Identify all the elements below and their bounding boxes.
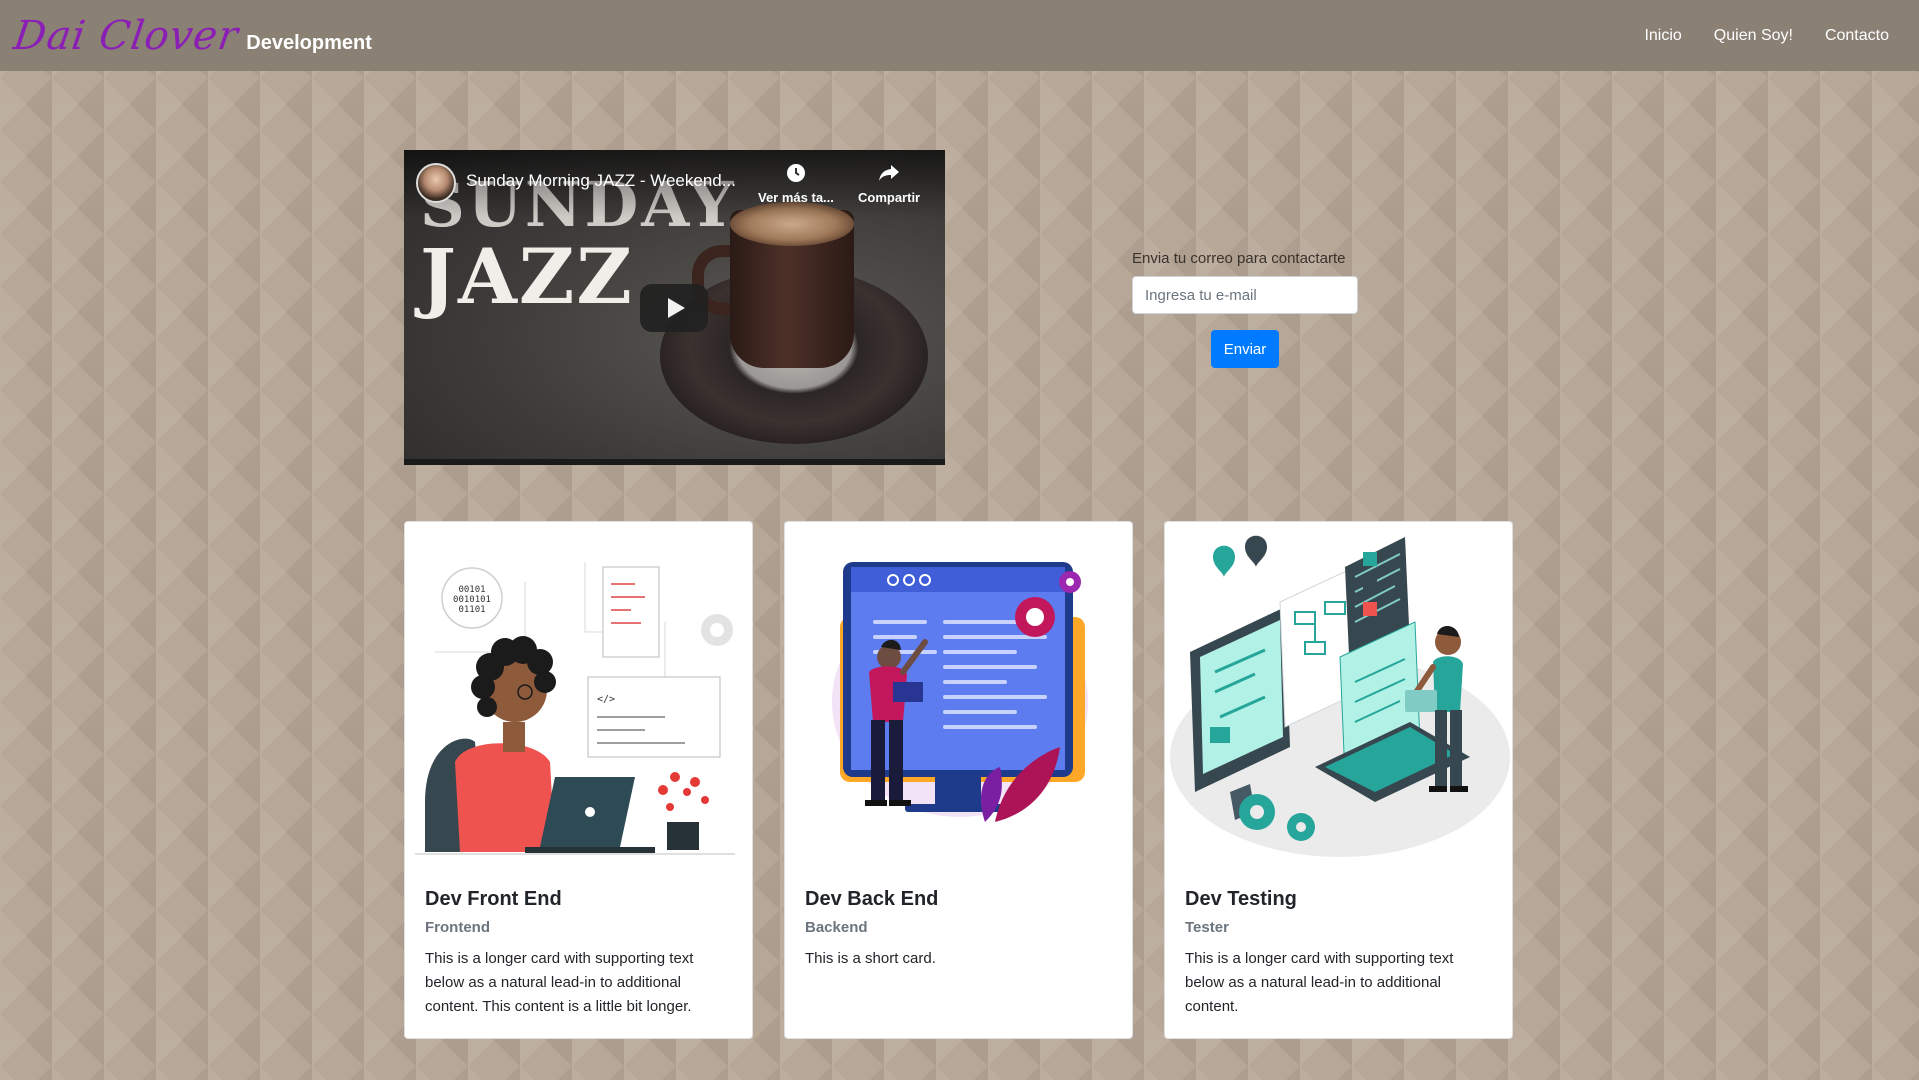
binary-line-1: 00101 [458, 585, 485, 595]
card-title: Dev Back End [805, 888, 939, 910]
card-text: This is a longer card with supporting te… [425, 950, 694, 1015]
card-body: Dev Testing Tester This is a longer card… [1185, 888, 1493, 1019]
developer-with-laptop-illustration: 00101 0010101 01101 </> [415, 562, 735, 855]
card-body: Dev Back End Backend This is a short car… [805, 888, 1113, 971]
share-label: Compartir [858, 190, 921, 205]
channel-avatar[interactable] [416, 163, 456, 203]
watch-later-button[interactable]: Ver más ta... [758, 162, 834, 205]
video-title[interactable]: Sunday Morning JAZZ - Weekend... [466, 171, 756, 191]
tester-with-screens-illustration [1170, 535, 1510, 857]
contact-label: Envia tu correo para contactarte [1132, 250, 1346, 267]
share-arrow-icon [858, 162, 920, 190]
card-subtitle: Frontend [425, 919, 490, 936]
contact-form: Envia tu correo para contactarte Enviar [1132, 250, 1358, 368]
binary-line-3: 01101 [458, 605, 485, 615]
send-button[interactable]: Enviar [1211, 330, 1279, 368]
nav-link-contacto[interactable]: Contacto [1825, 27, 1889, 45]
nav-link-quien-soy[interactable]: Quien Soy! [1714, 27, 1793, 45]
video-embed[interactable]: SUNDAY JAZZ Sunday Morning JAZZ - Weeken… [404, 150, 945, 465]
card-text: This is a short card. [805, 950, 936, 967]
card-subtitle: Tester [1185, 919, 1229, 936]
card-subtitle: Backend [805, 919, 868, 936]
clock-icon [758, 162, 834, 190]
nav-links: Inicio Quien Soy! Contacto [1644, 27, 1889, 45]
brand-logo-script: Dai Clover [10, 12, 242, 59]
share-button[interactable]: Compartir [858, 162, 920, 205]
developer-at-monitor-illustration [832, 562, 1088, 822]
card-body: Dev Front End Frontend This is a longer … [425, 888, 733, 1019]
thumbnail-text-jazz: JAZZ [420, 232, 634, 321]
navbar: Dai Clover Development Inicio Quien Soy!… [0, 0, 1919, 71]
card-backend: Dev Back End Backend This is a short car… [784, 521, 1133, 1039]
binary-line-2: 0010101 [453, 595, 491, 605]
card-frontend: 00101 0010101 01101 </> Dev Front End Fr… [404, 521, 753, 1039]
email-input[interactable] [1132, 276, 1358, 314]
card-testing: Dev Testing Tester This is a longer card… [1164, 521, 1513, 1039]
card-title: Dev Testing [1185, 888, 1297, 910]
code-tag: </> [597, 694, 615, 705]
play-icon[interactable] [640, 284, 708, 332]
brand-text: Development [246, 31, 372, 54]
brand[interactable]: Dai Clover Development [10, 12, 372, 59]
card-title: Dev Front End [425, 888, 562, 910]
video-bottom-bar [404, 459, 945, 465]
watch-later-label: Ver más ta... [758, 190, 834, 205]
nav-link-inicio[interactable]: Inicio [1644, 27, 1681, 45]
card-text: This is a longer card with supporting te… [1185, 950, 1454, 1015]
